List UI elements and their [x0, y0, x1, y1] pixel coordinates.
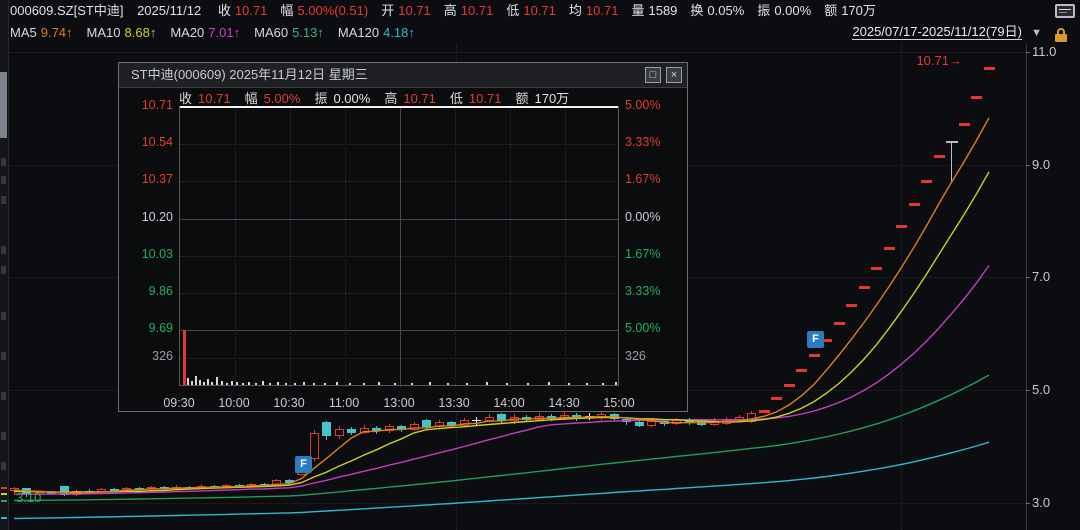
- popup-left-axis-label: 10.71: [127, 98, 173, 112]
- popup-left-axis-label: 9.86: [127, 284, 173, 298]
- popup-right-axis-label: 1.67%: [625, 247, 677, 261]
- popup-time-label: 11:00: [322, 396, 366, 410]
- popup-left-axis-label: 9.69: [127, 321, 173, 335]
- price-axis-label: 5.0: [1032, 382, 1074, 397]
- axis-tick: [1026, 503, 1030, 504]
- popup-right-axis-label: 3.33%: [625, 284, 677, 298]
- popup-time-label: 13:00: [377, 396, 421, 410]
- axis-tick: [1026, 277, 1030, 278]
- popup-right-axis-label: 5.00%: [625, 321, 677, 335]
- price-axis-label: 11.0: [1032, 44, 1074, 59]
- price-axis-label: 3.0: [1032, 495, 1074, 510]
- popup-left-axis-label: 10.37: [127, 172, 173, 186]
- popup-left-axis-label: 10.20: [127, 210, 173, 224]
- intraday-popup-window: ST中迪(000609) 2025年11月12日 星期三 □ × 收10.71幅…: [118, 62, 688, 412]
- popup-time-label: 15:00: [597, 396, 641, 410]
- popup-left-axis-label: 10.03: [127, 247, 173, 261]
- popup-time-label: 14:00: [487, 396, 531, 410]
- trading-app-window: 000609.SZ[ST中迪] 2025/11/12 收10.71幅5.00%(…: [0, 0, 1080, 530]
- popup-right-axis-label: 0.00%: [625, 210, 677, 224]
- price-axis-label: 7.0: [1032, 269, 1074, 284]
- popup-time-label: 13:30: [432, 396, 476, 410]
- popup-right-axis-label: 5.00%: [625, 98, 677, 112]
- popup-left-axis-label: 326: [127, 349, 173, 363]
- popup-time-label: 14:30: [542, 396, 586, 410]
- popup-right-axis-label: 1.67%: [625, 172, 677, 186]
- axis-tick: [1026, 165, 1030, 166]
- popup-left-axis-label: 10.54: [127, 135, 173, 149]
- popup-right-axis-label: 326: [625, 349, 677, 363]
- popup-time-label: 09:30: [157, 396, 201, 410]
- popup-time-label: 10:00: [212, 396, 256, 410]
- popup-time-label: 10:30: [267, 396, 311, 410]
- axis-tick: [1026, 390, 1030, 391]
- price-axis-label: 9.0: [1032, 157, 1074, 172]
- axis-tick: [1026, 52, 1030, 53]
- popup-axes: 10.71 10.54 10.37 10.20 10.03 9.86 9.69 326 5.00…: [119, 63, 687, 411]
- popup-right-axis-label: 3.33%: [625, 135, 677, 149]
